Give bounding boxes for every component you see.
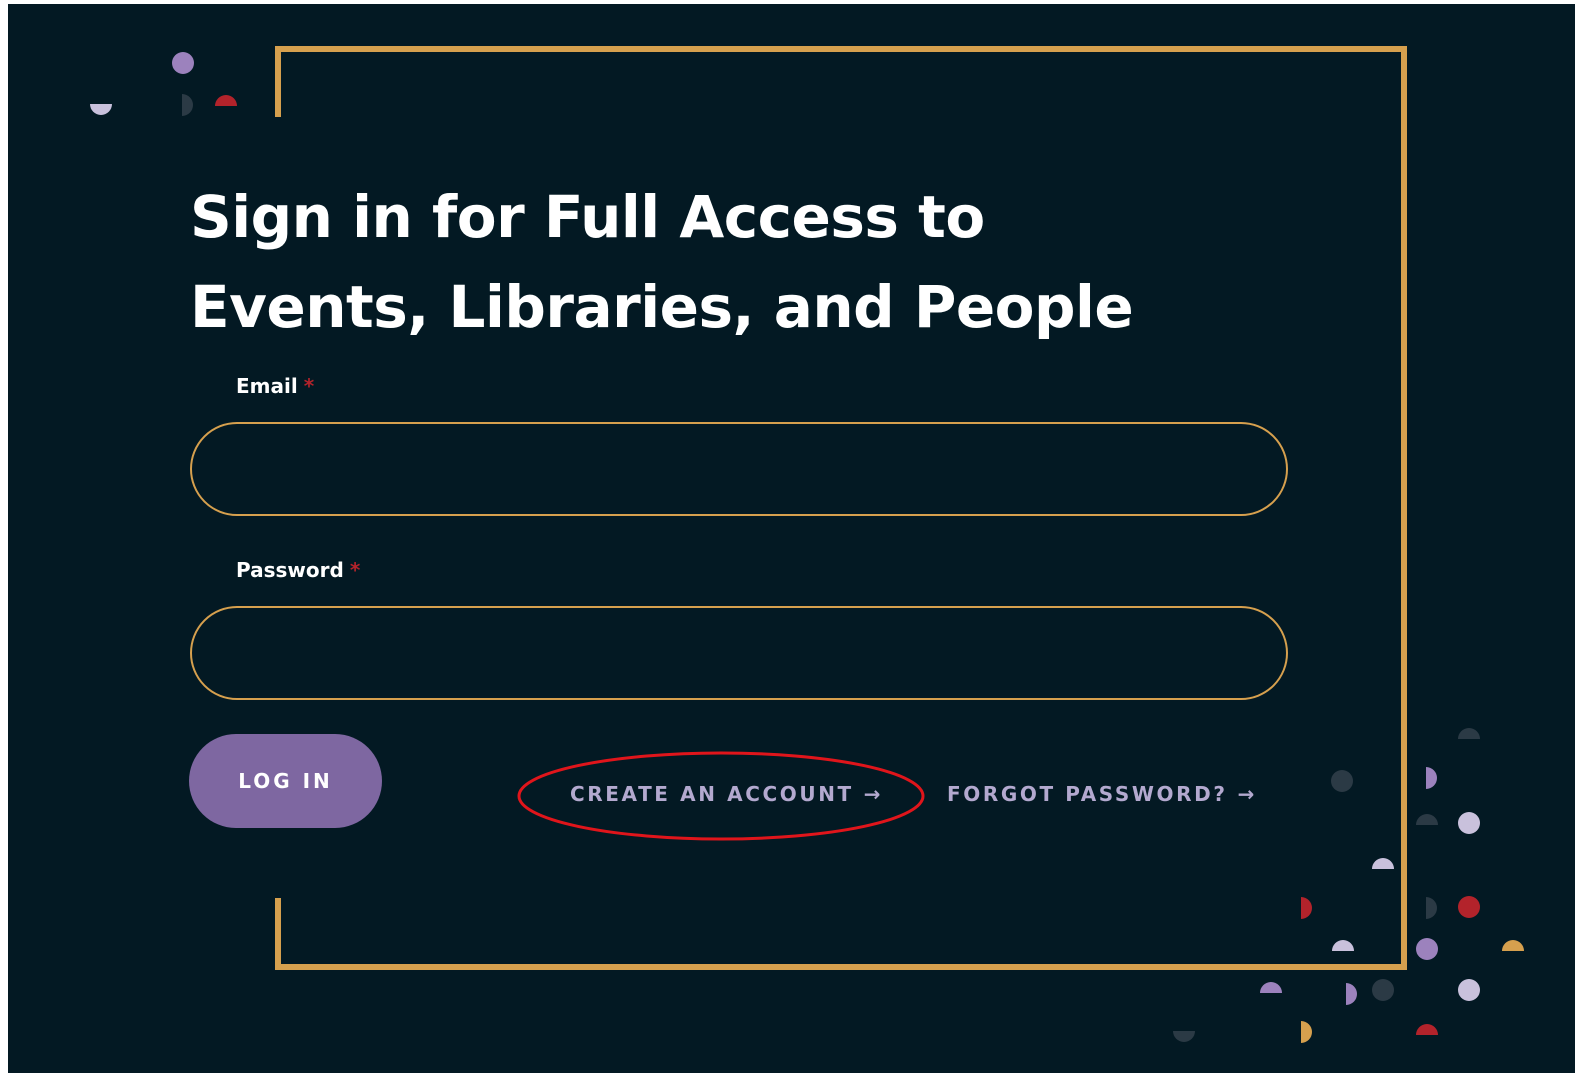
page-title: Sign in for Full Access to Events, Libra…: [190, 172, 1340, 352]
frame-left-bottom-stub: [275, 898, 281, 970]
decor-half-dot: [1346, 983, 1357, 1005]
page-title-line-2: Events, Libraries, and People: [190, 273, 1134, 341]
decor-dot: [1331, 770, 1353, 792]
create-account-label: CREATE AN ACCOUNT: [570, 782, 854, 806]
decor-dot: [1372, 979, 1394, 1001]
decor-half-dot: [1372, 858, 1394, 869]
decor-half-dot: [1301, 1021, 1312, 1043]
decor-dot: [1458, 812, 1480, 834]
decor-half-dot: [1416, 1024, 1438, 1035]
password-input[interactable]: [190, 606, 1288, 700]
decor-half-dot: [1332, 940, 1354, 951]
frame-top-edge: [275, 46, 1407, 52]
decor-half-dot: [90, 104, 112, 115]
create-account-link[interactable]: CREATE AN ACCOUNT →: [570, 780, 881, 808]
email-label-text: Email: [236, 374, 298, 398]
decor-half-dot: [1301, 897, 1312, 919]
decor-dot: [1458, 896, 1480, 918]
decor-half-dot: [1426, 897, 1437, 919]
decor-half-dot: [1502, 940, 1524, 951]
decor-half-dot: [1260, 982, 1282, 993]
sign-in-page: Sign in for Full Access to Events, Libra…: [8, 4, 1575, 1073]
decor-dot: [1458, 979, 1480, 1001]
decor-half-dot: [1458, 728, 1480, 739]
decor-half-dot: [182, 94, 193, 116]
password-label-text: Password: [236, 558, 344, 582]
decor-half-dot: [1416, 814, 1438, 825]
decor-dots-top-left: [90, 52, 237, 116]
decor-dots-bottom-right: [1173, 728, 1524, 1043]
email-required-mark: *: [303, 374, 315, 398]
email-label: Email *: [236, 374, 314, 398]
decor-dot: [172, 52, 194, 74]
decor-half-dot: [1173, 1031, 1195, 1042]
email-input[interactable]: [190, 422, 1288, 516]
decor-half-dot: [215, 95, 237, 106]
page-title-line-1: Sign in for Full Access to: [190, 183, 985, 251]
decor-dot: [1416, 938, 1438, 960]
decor-half-dot: [1426, 767, 1437, 789]
login-button[interactable]: LOG IN: [189, 734, 382, 828]
password-required-mark: *: [349, 558, 361, 582]
password-label: Password *: [236, 558, 360, 582]
arrow-right-icon: →: [863, 782, 881, 806]
